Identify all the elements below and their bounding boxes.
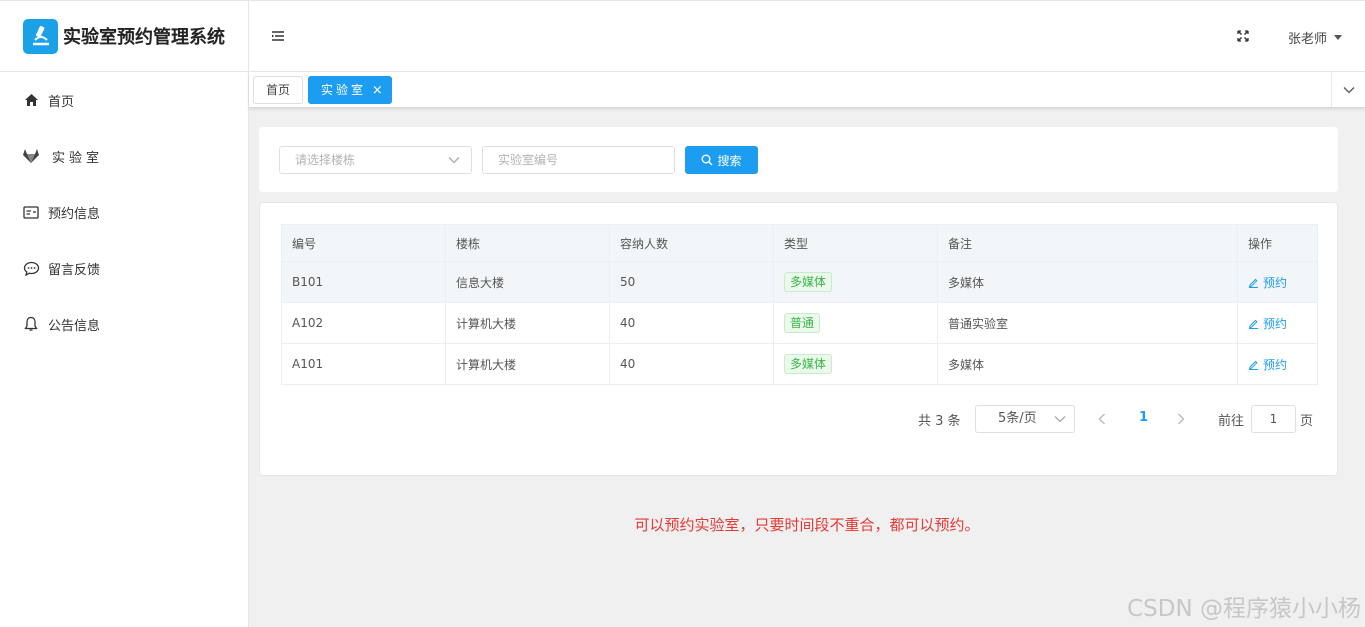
logo-area: 实验室预约管理系统 bbox=[0, 0, 248, 72]
search-button-label: 搜索 bbox=[717, 153, 742, 168]
table-header-row: 编号 楼栋 容纳人数 类型 备注 操作 bbox=[281, 224, 1318, 262]
lab-table-panel: 编号 楼栋 容纳人数 类型 备注 操作 B101 信息大楼 50 多媒体 多媒体… bbox=[259, 202, 1338, 476]
chevron-down-icon bbox=[448, 157, 460, 164]
cell-remark: 多媒体 bbox=[937, 343, 1238, 385]
gitlab-fox-icon bbox=[22, 147, 40, 165]
search-panel: 请选择楼栋 搜索 bbox=[259, 127, 1338, 192]
reservation-note: 可以预约实验室，只要时间段不重合，都可以预约。 bbox=[634, 516, 980, 534]
cell-action: 预约 bbox=[1237, 343, 1318, 385]
cell-action: 预约 bbox=[1237, 261, 1318, 303]
cell-remark: 普通实验室 bbox=[937, 302, 1238, 344]
cell-code: A102 bbox=[281, 302, 446, 344]
column-header-code[interactable]: 编号 bbox=[281, 224, 446, 262]
chevron-down-icon bbox=[1054, 416, 1066, 423]
tag-lab-active[interactable]: 实验室 × bbox=[308, 76, 392, 104]
edit-icon bbox=[1249, 319, 1258, 329]
cell-remark: 多媒体 bbox=[937, 261, 1238, 303]
cell-type: 多媒体 bbox=[773, 343, 938, 385]
home-icon bbox=[22, 91, 40, 109]
cell-building: 信息大楼 bbox=[445, 261, 610, 303]
cell-action: 预约 bbox=[1237, 302, 1318, 344]
column-header-building[interactable]: 楼栋 bbox=[445, 224, 610, 262]
column-header-remark[interactable]: 备注 bbox=[937, 224, 1238, 262]
fullscreen-icon[interactable] bbox=[1236, 29, 1250, 43]
bell-icon bbox=[22, 315, 40, 333]
cell-code: B101 bbox=[281, 261, 446, 303]
building-select-placeholder: 请选择楼栋 bbox=[295, 153, 356, 167]
sidebar-item-lab[interactable]: 实验室 bbox=[0, 128, 248, 184]
sidebar-item-label: 预约信息 bbox=[48, 206, 101, 222]
tag-label: 实验室 bbox=[321, 83, 367, 97]
tag-label: 首页 bbox=[266, 83, 291, 97]
cell-code: A101 bbox=[281, 343, 446, 385]
cell-capacity: 50 bbox=[609, 261, 774, 303]
cell-capacity: 40 bbox=[609, 343, 774, 385]
building-select[interactable]: 请选择楼栋 bbox=[279, 146, 472, 174]
tags-more-dropdown[interactable] bbox=[1331, 72, 1365, 107]
sidebar-item-label: 留言反馈 bbox=[48, 262, 101, 278]
cell-building: 计算机大楼 bbox=[445, 343, 610, 385]
next-page-icon[interactable] bbox=[1177, 413, 1185, 429]
cell-building: 计算机大楼 bbox=[445, 302, 610, 344]
chevron-down-icon bbox=[1343, 86, 1354, 93]
prev-page-icon[interactable] bbox=[1098, 413, 1106, 429]
close-icon[interactable]: × bbox=[372, 83, 383, 98]
top-header: 张老师 bbox=[249, 0, 1365, 72]
user-dropdown[interactable]: 张老师 bbox=[1288, 28, 1342, 47]
goto-label: 前往 bbox=[1218, 414, 1245, 429]
goto-page-input[interactable] bbox=[1251, 405, 1296, 433]
lab-table: 编号 楼栋 容纳人数 类型 备注 操作 B101 信息大楼 50 多媒体 多媒体… bbox=[281, 224, 1318, 385]
table-row[interactable]: A102 计算机大楼 40 普通 普通实验室 预约 bbox=[281, 302, 1318, 344]
user-name: 张老师 bbox=[1287, 32, 1327, 47]
collapse-menu-icon[interactable] bbox=[271, 29, 285, 43]
caret-down-icon bbox=[1334, 35, 1342, 40]
search-icon bbox=[701, 154, 713, 166]
reserve-button[interactable]: 预约 bbox=[1248, 315, 1287, 332]
cell-type: 多媒体 bbox=[773, 261, 938, 303]
column-header-type[interactable]: 类型 bbox=[773, 224, 938, 262]
type-badge: 多媒体 bbox=[784, 354, 833, 374]
edit-icon bbox=[1249, 360, 1258, 370]
cell-type: 普通 bbox=[773, 302, 938, 344]
sidebar-item-reservations[interactable]: 预约信息 bbox=[0, 184, 248, 240]
sidebar-item-home[interactable]: 首页 bbox=[0, 72, 248, 128]
reserve-button[interactable]: 预约 bbox=[1248, 274, 1287, 291]
reserve-label: 预约 bbox=[1263, 316, 1288, 331]
sidebar-item-label: 实验室 bbox=[52, 150, 104, 166]
id-card-icon bbox=[22, 203, 40, 221]
table-row[interactable]: A101 计算机大楼 40 多媒体 多媒体 预约 bbox=[281, 343, 1318, 385]
type-badge: 多媒体 bbox=[784, 272, 833, 292]
reserve-label: 预约 bbox=[1263, 275, 1288, 290]
sidebar: 实验室预约管理系统 首页 实验室 预约信息 留言反馈 公告信息 bbox=[0, 0, 249, 627]
sidebar-item-label: 公告信息 bbox=[48, 318, 101, 334]
type-badge: 普通 bbox=[784, 313, 821, 333]
reserve-button[interactable]: 预约 bbox=[1248, 356, 1287, 373]
tags-view-bar: 首页 实验室 × bbox=[249, 72, 1365, 107]
pagination: 共 3 条 5条/页 1 前往 页 bbox=[260, 405, 1339, 433]
sidebar-item-announcements[interactable]: 公告信息 bbox=[0, 296, 248, 352]
sidebar-menu: 首页 实验室 预约信息 留言反馈 公告信息 bbox=[0, 72, 248, 352]
goto-suffix-label: 页 bbox=[1300, 414, 1314, 429]
column-header-capacity[interactable]: 容纳人数 bbox=[609, 224, 774, 262]
column-header-action[interactable]: 操作 bbox=[1237, 224, 1318, 262]
table-row[interactable]: B101 信息大楼 50 多媒体 多媒体 预约 bbox=[281, 261, 1318, 303]
cell-capacity: 40 bbox=[609, 302, 774, 344]
room-code-input[interactable] bbox=[482, 146, 675, 174]
app-title: 实验室预约管理系统 bbox=[63, 27, 225, 48]
pagination-total: 共 3 条 bbox=[918, 414, 961, 429]
tag-home[interactable]: 首页 bbox=[253, 76, 304, 104]
page-number-current[interactable]: 1 bbox=[1139, 410, 1148, 425]
search-button[interactable]: 搜索 bbox=[685, 146, 758, 174]
sidebar-item-feedback[interactable]: 留言反馈 bbox=[0, 240, 248, 296]
watermark: CSDN @程序猿小小杨 bbox=[1127, 596, 1361, 622]
page-size-select[interactable]: 5条/页 bbox=[975, 405, 1075, 433]
edit-icon bbox=[1249, 278, 1258, 288]
page-size-value: 5条/页 bbox=[998, 411, 1037, 426]
sidebar-item-label: 首页 bbox=[48, 94, 75, 110]
microscope-logo-icon bbox=[23, 18, 58, 54]
chat-bubble-icon bbox=[22, 259, 40, 277]
reserve-label: 预约 bbox=[1263, 357, 1288, 372]
